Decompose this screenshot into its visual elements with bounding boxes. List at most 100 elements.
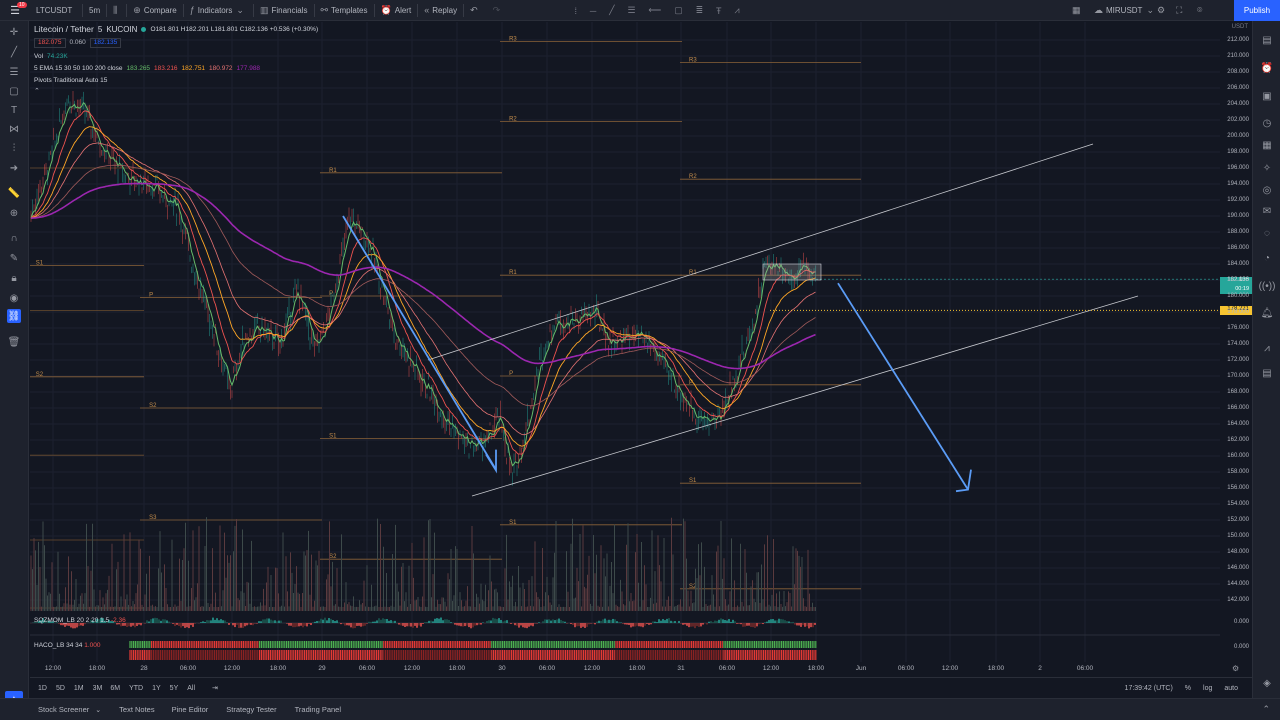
tab-stock-screener[interactable]: Stock Screener ⌄ (0, 705, 110, 714)
range-6m[interactable]: 6M (105, 685, 125, 692)
order-panel-icon[interactable]: ▤ (1260, 366, 1274, 380)
bar-style-button[interactable]: ⫼ (107, 0, 126, 21)
rectangle-icon[interactable]: ▢ (7, 84, 21, 98)
signal-icon[interactable]: ((•)) (1259, 279, 1276, 293)
auto-toggle[interactable]: auto (1218, 685, 1252, 692)
arrow-icon[interactable]: ➜ (7, 161, 21, 175)
trading-icon[interactable]: ⩘ (1260, 341, 1274, 355)
arrow-line (837, 282, 969, 491)
layout-button[interactable]: ▦ (1066, 0, 1090, 21)
trash-icon[interactable]: 🗑︎ (7, 335, 21, 349)
publish-button[interactable]: Publish (1234, 0, 1280, 21)
horizontal-line-icon[interactable]: ─ (590, 6, 596, 16)
rectangle-icon[interactable]: ▢ (674, 5, 683, 16)
alerts-icon[interactable]: ⏰ (1260, 61, 1274, 75)
trend-line-icon[interactable]: ╱ (609, 5, 614, 16)
bid-price[interactable]: 182.075 (34, 37, 66, 48)
magnet-icon[interactable]: ∩ (7, 231, 21, 245)
ray-icon[interactable]: ⟵ (648, 5, 661, 16)
time-axis[interactable]: 12:00 18:00 28 06:00 12:00 18:00 29 06:00 12:00 1… (30, 662, 1220, 676)
indicators-button[interactable]: ƒ Indicators ⌄ (184, 0, 253, 21)
layers-icon[interactable]: ◈ (1260, 676, 1274, 690)
prediction-icon[interactable]: ⫶ (7, 141, 21, 155)
redo-button[interactable]: ↷ (487, 0, 510, 21)
price-chart[interactable]: R3R3R2R2R1R1R1PPPPS1S1S1S1S2S2S2S2S3 (30, 22, 1220, 662)
ruler-icon[interactable]: 📏 (7, 186, 21, 200)
notifications-icon[interactable]: ◔ (1260, 251, 1274, 265)
data-window-icon[interactable]: ▣ (1260, 89, 1274, 103)
symbol-search[interactable]: LTCUSDT (30, 0, 82, 21)
tab-text-notes[interactable]: Text Notes (110, 705, 163, 714)
chat-icon[interactable]: ✉ (1260, 204, 1274, 218)
compare-button[interactable]: ⊕ Compare (127, 0, 182, 21)
zoom-in-icon[interactable]: ⊕ (7, 206, 21, 220)
fullscreen-button[interactable]: ⛶ (1170, 0, 1191, 21)
range-3m[interactable]: 3M (90, 685, 106, 692)
interval-selector[interactable]: 5m (83, 0, 106, 21)
time-tick: 31 (677, 665, 685, 672)
symbol-title[interactable]: Litecoin / Tether (34, 24, 94, 35)
price-tick: 160.000 (1227, 453, 1249, 459)
fib-icon[interactable]: ≣ (696, 5, 704, 16)
price-tick: 186.000 (1227, 245, 1249, 251)
pivot-level-label: R1 (329, 168, 337, 174)
drag-handle-icon[interactable]: ⁞ (574, 6, 577, 16)
fib-retracement-icon[interactable]: ☰ (7, 65, 21, 79)
price-axis[interactable]: USDT 182.136 00:19 178.221 0.000 0.000 2… (1220, 22, 1252, 676)
watchlist-icon[interactable]: ▤ (1260, 33, 1274, 47)
pivot-level-label: S1 (689, 478, 697, 484)
collapse-legend-icon[interactable]: ⌃ (34, 86, 40, 97)
plus-circle-icon: ⊕ (133, 4, 141, 15)
axis-settings-icon[interactable]: ⚙ (1232, 664, 1239, 673)
streams-icon[interactable]: ◎ (1260, 183, 1274, 197)
log-toggle[interactable]: log (1197, 685, 1218, 692)
tab-pine-editor[interactable]: Pine Editor (164, 705, 218, 714)
price-tick: 162.000 (1227, 437, 1249, 443)
alert-button[interactable]: ⏰ Alert (375, 0, 418, 21)
text-icon[interactable]: Ŧ (716, 6, 722, 16)
range-5d[interactable]: 5D (53, 685, 68, 692)
hotlist-icon[interactable]: ◷ (1260, 116, 1274, 130)
pencil-lock-icon[interactable]: ✎ (7, 251, 21, 265)
range-all[interactable]: All (182, 685, 200, 692)
calendar-icon[interactable]: ▦ (1260, 138, 1274, 152)
menu-icon[interactable]: ☰ 10 (0, 0, 30, 21)
maximize-panel-icon[interactable]: ⌃ (1262, 704, 1270, 715)
replay-button[interactable]: «Replay (418, 0, 463, 21)
goto-date-icon[interactable]: ⇥ (206, 684, 224, 692)
price-tick: 168.000 (1227, 389, 1249, 395)
undo-button[interactable]: ↶ (464, 0, 487, 21)
price-tick: 164.000 (1227, 421, 1249, 427)
range-1d[interactable]: 1D (30, 685, 53, 692)
range-5y[interactable]: 5Y (166, 685, 183, 692)
notification-badge: 10 (17, 1, 27, 8)
range-1m[interactable]: 1M (68, 685, 90, 692)
pattern-icon[interactable]: ⩘ (734, 5, 739, 16)
parallel-channel-icon[interactable]: ☰ (627, 5, 635, 16)
tab-trading-panel[interactable]: Trading Panel (286, 705, 350, 714)
trend-line-icon[interactable]: ╱ (7, 45, 21, 59)
templates-button[interactable]: ⚯ Templates (315, 0, 374, 21)
crosshair-icon[interactable]: ✛ (7, 25, 21, 39)
bell-icon[interactable]: 🔔︎ (1260, 306, 1274, 320)
snapshot-button[interactable]: ⌾ (1191, 0, 1211, 21)
pattern-icon[interactable]: ⋈ (7, 122, 21, 136)
chevron-down-icon: ⌄ (95, 706, 102, 714)
ideas-icon[interactable]: ✧ (1260, 161, 1274, 175)
tab-strategy-tester[interactable]: Strategy Tester (217, 705, 285, 714)
lock-icon[interactable]: 🔒︎ (7, 271, 21, 285)
chat-bubble-icon[interactable]: ◌ (1260, 226, 1274, 240)
ema-line (30, 182, 816, 370)
link-icon[interactable]: ⛓ (7, 309, 21, 323)
clock[interactable]: 17:39:42 (UTC) (1119, 685, 1179, 692)
ema-value: 182.751 (181, 65, 206, 72)
range-ytd[interactable]: YTD (125, 685, 147, 692)
ema-label: 5 EMA 15 30 50 100 200 close (34, 65, 123, 72)
price-tick: 154.000 (1227, 501, 1249, 507)
text-icon[interactable]: T (7, 103, 21, 117)
percent-toggle[interactable]: % (1179, 685, 1197, 692)
range-1y[interactable]: 1Y (147, 685, 166, 692)
ask-price[interactable]: 182.135 (89, 37, 122, 48)
eye-icon[interactable]: ◉ (7, 291, 21, 305)
financials-button[interactable]: ▥ Financials (254, 0, 314, 21)
